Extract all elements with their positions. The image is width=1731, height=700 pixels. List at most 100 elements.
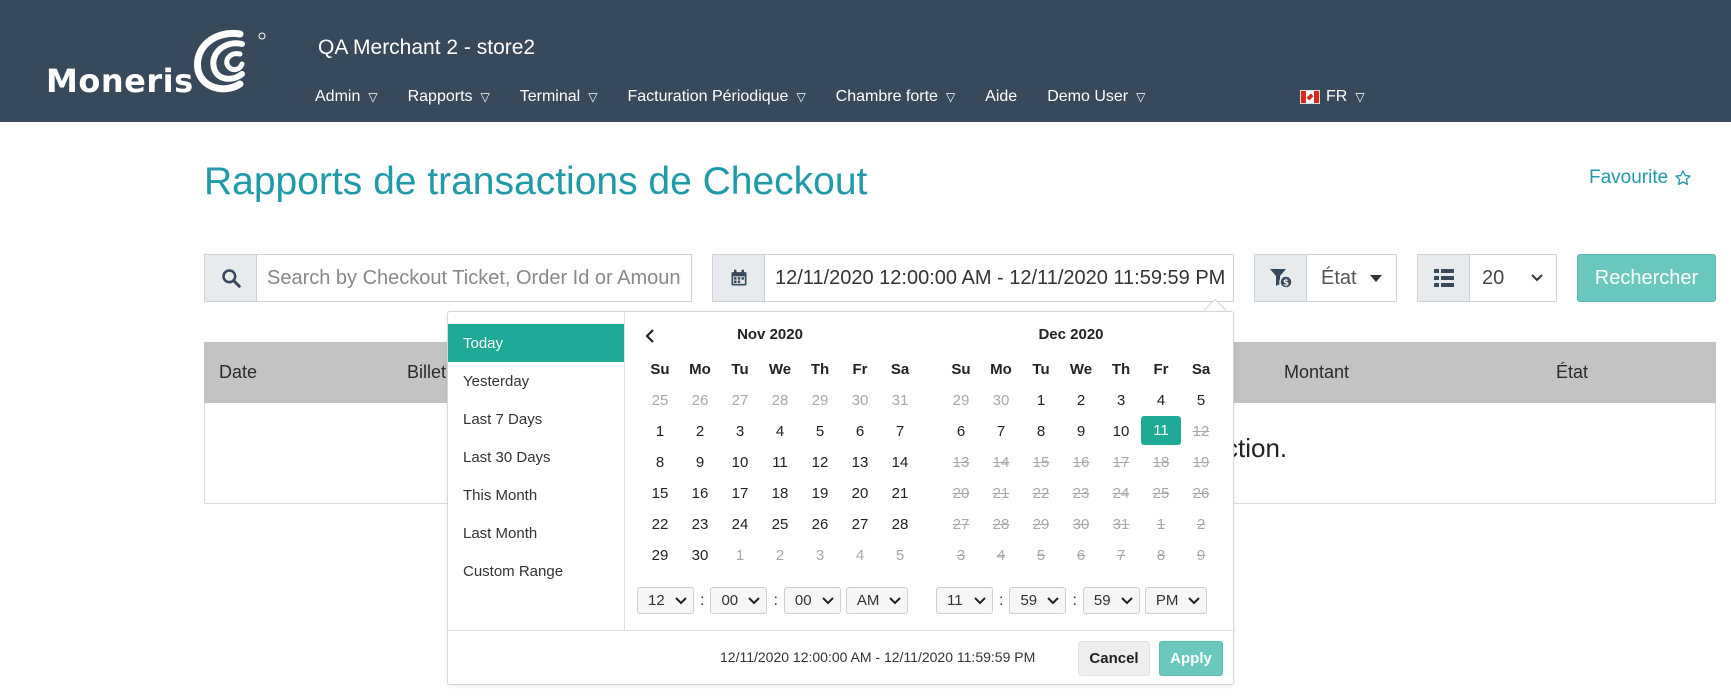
cancel-button[interactable]: Cancel — [1078, 641, 1150, 676]
date-range-group[interactable]: 12/11/2020 12:00:00 AM - 12/11/2020 11:5… — [712, 254, 1234, 302]
calendar-day[interactable]: 10 — [1101, 416, 1141, 447]
range-last-30-days[interactable]: Last 30 Days — [448, 438, 624, 476]
calendar-day[interactable]: 2 — [760, 540, 800, 571]
calendar-day[interactable]: 27 — [720, 385, 760, 416]
calendar-day[interactable]: 8 — [640, 447, 680, 478]
calendar-day[interactable]: 6 — [941, 416, 981, 447]
calendar-day[interactable]: 10 — [720, 447, 760, 478]
page-size-select[interactable]: 20 — [1470, 255, 1556, 301]
state-select[interactable]: État — [1307, 255, 1396, 301]
range-this-month[interactable]: This Month — [448, 476, 624, 514]
nav-chambre-forte[interactable]: Chambre forte ▽ — [836, 88, 956, 106]
calendar-day[interactable]: 27 — [840, 509, 880, 540]
range-yesterday[interactable]: Yesterday — [448, 362, 624, 400]
calendar-day[interactable]: 30 — [680, 540, 720, 571]
page-size-group[interactable]: 20 — [1417, 254, 1557, 302]
calendar-day[interactable]: 7 — [880, 416, 920, 447]
calendar-day[interactable]: 14 — [880, 447, 920, 478]
calendar-day-selected[interactable]: 11 — [1141, 416, 1181, 445]
calendar-day[interactable]: 13 — [840, 447, 880, 478]
start-second-select[interactable]: 00 — [783, 587, 841, 614]
column-header-montant[interactable]: Montant — [1284, 362, 1349, 383]
calendar-day[interactable]: 3 — [1101, 385, 1141, 416]
calendar-day: 4 — [996, 547, 1006, 564]
calendar-day[interactable]: 11 — [760, 447, 800, 478]
date-range-input[interactable]: 12/11/2020 12:00:00 AM - 12/11/2020 11:5… — [765, 255, 1233, 301]
search-button[interactable]: Rechercher — [1577, 254, 1716, 302]
calendar-day[interactable]: 1 — [640, 416, 680, 447]
state-filter-group[interactable]: $ État — [1254, 254, 1397, 302]
calendar-day[interactable]: 9 — [680, 447, 720, 478]
calendar-day[interactable]: 19 — [800, 478, 840, 509]
calendar-day[interactable]: 29 — [640, 540, 680, 571]
select-value: 11 — [947, 592, 963, 609]
apply-button[interactable]: Apply — [1159, 641, 1223, 676]
calendar-day[interactable]: 29 — [800, 385, 840, 416]
calendar-day[interactable]: 5 — [800, 416, 840, 447]
calendar-day[interactable]: 28 — [760, 385, 800, 416]
calendar-day[interactable]: 18 — [760, 478, 800, 509]
end-minute-select[interactable]: 59 — [1009, 587, 1067, 614]
calendar-day[interactable]: 22 — [640, 509, 680, 540]
nav-admin[interactable]: Admin ▽ — [315, 88, 378, 106]
calendar-day[interactable]: 6 — [840, 416, 880, 447]
calendar-day[interactable]: 3 — [800, 540, 840, 571]
start-hour-select[interactable]: 12 — [637, 587, 694, 614]
calendar-day[interactable]: 3 — [720, 416, 760, 447]
weekday-header: Sa — [890, 361, 910, 378]
calendar-day[interactable]: 26 — [680, 385, 720, 416]
range-last-7-days[interactable]: Last 7 Days — [448, 400, 624, 438]
nav-aide[interactable]: Aide — [985, 88, 1017, 106]
calendar-day[interactable]: 31 — [880, 385, 920, 416]
weekday-header: We — [768, 361, 792, 378]
favourite-link[interactable]: Favourite — [1589, 167, 1692, 189]
end-ampm-select[interactable]: PM — [1144, 587, 1207, 614]
calendar-day[interactable]: 29 — [941, 385, 981, 416]
calendar-day[interactable]: 9 — [1061, 416, 1101, 447]
calendar-day[interactable]: 12 — [800, 447, 840, 478]
nav-demo-user[interactable]: Demo User ▽ — [1047, 88, 1145, 106]
start-minute-select[interactable]: 00 — [710, 587, 768, 614]
end-second-select[interactable]: 59 — [1082, 587, 1140, 614]
moneris-logo[interactable]: Moneris — [46, 28, 266, 100]
calendar-day[interactable]: 5 — [1181, 385, 1221, 416]
nav-terminal[interactable]: Terminal ▽ — [520, 88, 598, 106]
calendar-day[interactable]: 4 — [1141, 385, 1181, 416]
calendar-day[interactable]: 4 — [840, 540, 880, 571]
column-header-billet[interactable]: Billet — [407, 362, 446, 383]
search-input[interactable] — [257, 255, 691, 301]
calendar-day[interactable]: 4 — [760, 416, 800, 447]
end-hour-select[interactable]: 11 — [936, 587, 993, 614]
calendar-day[interactable]: 30 — [981, 385, 1021, 416]
column-header-etat[interactable]: État — [1556, 362, 1588, 383]
calendar-day[interactable]: 30 — [840, 385, 880, 416]
calendar-day[interactable]: 20 — [840, 478, 880, 509]
calendar-day[interactable]: 25 — [640, 385, 680, 416]
calendar-day[interactable]: 28 — [880, 509, 920, 540]
column-header-date[interactable]: Date — [219, 362, 257, 383]
nav-rapports[interactable]: Rapports ▽ — [408, 88, 490, 106]
calendar-day[interactable]: 25 — [760, 509, 800, 540]
start-ampm-select[interactable]: AM — [845, 587, 908, 614]
date-range-picker: Today Yesterday Last 7 Days Last 30 Days… — [447, 311, 1235, 685]
calendar-day[interactable]: 2 — [680, 416, 720, 447]
calendar-day[interactable]: 7 — [981, 416, 1021, 447]
range-custom[interactable]: Custom Range — [448, 552, 624, 590]
prev-month-button[interactable] — [640, 326, 660, 346]
calendar-day[interactable]: 2 — [1061, 385, 1101, 416]
nav-facturation[interactable]: Facturation Périodique ▽ — [627, 88, 805, 106]
calendar-day[interactable]: 23 — [680, 509, 720, 540]
calendar-day[interactable]: 16 — [680, 478, 720, 509]
calendar-day[interactable]: 1 — [720, 540, 760, 571]
range-last-month[interactable]: Last Month — [448, 514, 624, 552]
calendar-day[interactable]: 26 — [800, 509, 840, 540]
calendar-day[interactable]: 21 — [880, 478, 920, 509]
calendar-day[interactable]: 15 — [640, 478, 680, 509]
range-today[interactable]: Today — [448, 324, 624, 362]
calendar-day[interactable]: 1 — [1021, 385, 1061, 416]
calendar-day[interactable]: 8 — [1021, 416, 1061, 447]
language-selector[interactable]: FR ▽ — [1300, 88, 1365, 106]
calendar-day[interactable]: 17 — [720, 478, 760, 509]
calendar-day[interactable]: 24 — [720, 509, 760, 540]
calendar-day[interactable]: 5 — [880, 540, 920, 571]
